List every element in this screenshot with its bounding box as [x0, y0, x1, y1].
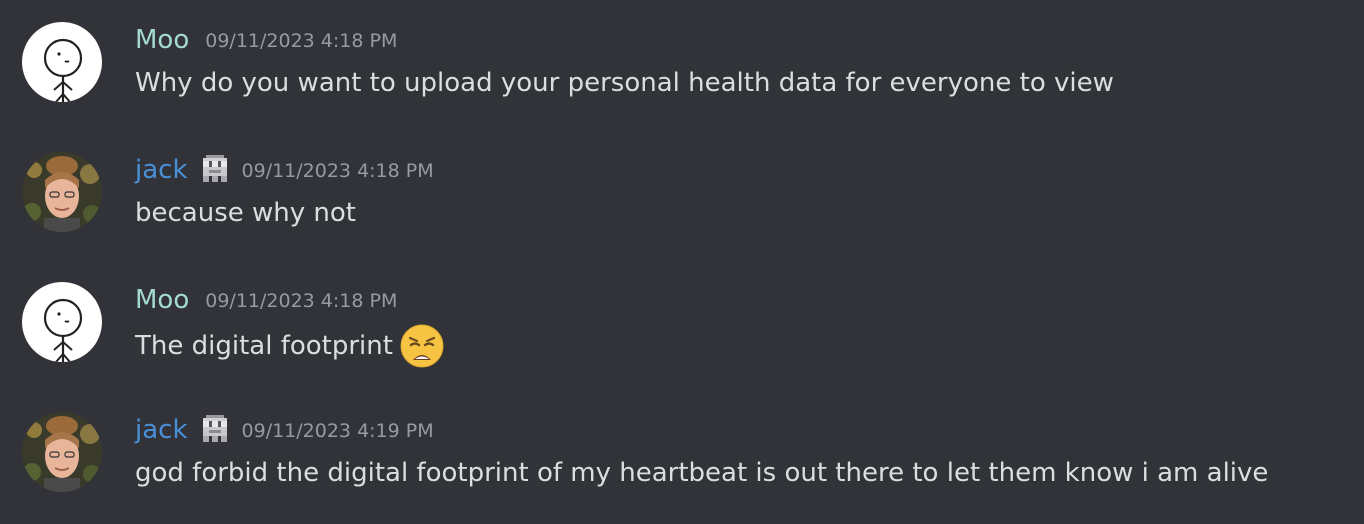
message: jack 09/11/2023 4:19 PM god forbid the d… — [0, 390, 1364, 500]
pixel-ghost-badge-icon[interactable] — [200, 155, 230, 185]
avatar[interactable] — [22, 282, 102, 362]
message-content: The digital footprint — [135, 323, 445, 369]
timestamp[interactable]: 09/11/2023 4:18 PM — [242, 149, 434, 191]
photo-avatar-icon — [22, 412, 102, 492]
message-header: jack 09/11/2023 4:19 PM — [135, 410, 434, 450]
pixel-ghost-badge-icon[interactable] — [200, 415, 230, 445]
message: Moo 09/11/2023 4:18 PM The digital footp… — [0, 260, 1364, 370]
message-text: god forbid the digital footprint of my h… — [135, 458, 1269, 488]
message-text: because why not — [135, 198, 356, 228]
username[interactable]: jack — [135, 410, 188, 450]
weary-face-emoji-icon[interactable] — [399, 323, 445, 369]
avatar[interactable] — [22, 412, 102, 492]
username[interactable]: jack — [135, 150, 188, 190]
message: Moo 09/11/2023 4:18 PM Why do you want t… — [0, 0, 1364, 110]
message-header: Moo 09/11/2023 4:18 PM — [135, 20, 397, 60]
stick-figure-avatar-icon — [22, 282, 102, 362]
message-text: Why do you want to upload your personal … — [135, 68, 1114, 98]
message-content: Why do you want to upload your personal … — [135, 63, 1114, 103]
timestamp[interactable]: 09/11/2023 4:19 PM — [242, 409, 434, 451]
message: jack 09/11/2023 4:18 PM because why not — [0, 130, 1364, 240]
avatar[interactable] — [22, 152, 102, 232]
timestamp[interactable]: 09/11/2023 4:18 PM — [205, 279, 397, 321]
message-header: jack 09/11/2023 4:18 PM — [135, 150, 434, 190]
stick-figure-avatar-icon — [22, 22, 102, 102]
message-content: because why not — [135, 193, 356, 233]
photo-avatar-icon — [22, 152, 102, 232]
avatar[interactable] — [22, 22, 102, 102]
message-header: Moo 09/11/2023 4:18 PM — [135, 280, 397, 320]
username[interactable]: Moo — [135, 20, 189, 60]
username[interactable]: Moo — [135, 280, 189, 320]
timestamp[interactable]: 09/11/2023 4:18 PM — [205, 19, 397, 61]
message-text: The digital footprint — [135, 331, 393, 361]
message-content: god forbid the digital footprint of my h… — [135, 453, 1268, 493]
